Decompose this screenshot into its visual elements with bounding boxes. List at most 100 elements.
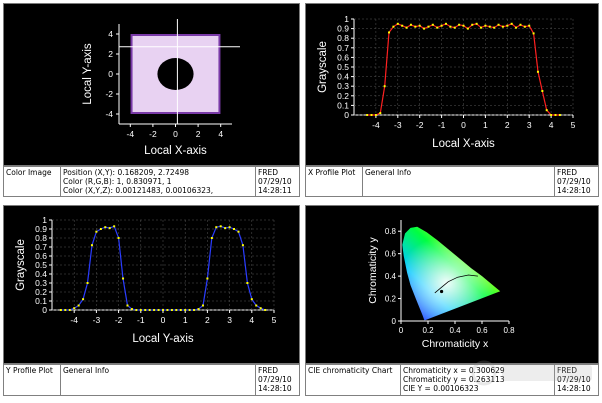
profile-data-point xyxy=(484,24,487,27)
x-tick-label: 4 xyxy=(218,129,223,139)
profile-data-point xyxy=(510,22,513,25)
profile-data-point xyxy=(82,298,85,301)
info-stamp: FRED 07/29/10 14:28:10 xyxy=(555,167,600,196)
profile-data-point xyxy=(497,23,500,26)
profile-data-point xyxy=(206,277,209,280)
time-label: 14:28:11 xyxy=(258,186,292,195)
y-tick-label: 0 xyxy=(344,110,349,120)
y-tick-label: 0 xyxy=(42,305,47,315)
x-profile-info-bar: X Profile Plot General Info FRED 07/29/1… xyxy=(305,166,599,197)
info-stamp: FRED 07/29/10 14:28:11 xyxy=(256,167,301,196)
profile-data-point xyxy=(162,309,164,311)
x-tick-label: 4 xyxy=(549,120,554,130)
profile-data-point xyxy=(449,25,452,28)
profile-data-point xyxy=(188,309,191,311)
profile-data-point xyxy=(246,282,249,284)
profile-data-point xyxy=(233,228,236,230)
y-tick-label: 0.6 xyxy=(35,251,47,261)
y-axis-title: Grayscale xyxy=(15,239,27,291)
profile-data-point xyxy=(157,309,160,311)
info-line: Position (X,Y): 0.168209, 2.72498 xyxy=(63,168,190,177)
profile-data-point xyxy=(64,309,67,311)
y-tick-label: 0.2 xyxy=(337,91,349,101)
profile-data-point xyxy=(423,27,426,30)
program-name: FRED xyxy=(557,168,578,177)
profile-data-point xyxy=(414,25,417,28)
profile-data-point xyxy=(135,309,138,311)
y-tick-label: 0.4 xyxy=(35,269,47,279)
y-tick-label: 0 xyxy=(108,69,113,79)
profile-data-point xyxy=(436,26,439,29)
profile-data-point xyxy=(366,114,369,116)
info-details: Position (X,Y): 0.168209, 2.72498 Color … xyxy=(61,167,256,196)
profile-data-point xyxy=(104,226,107,229)
x-tick-label: 0 xyxy=(173,129,178,139)
info-line: Color (R,G,B): 1, 0.830971, 1 xyxy=(63,177,172,186)
profile-data-point xyxy=(392,25,395,28)
cie-white-overlay xyxy=(402,226,501,321)
profile-data-point xyxy=(201,304,204,307)
profile-data-point xyxy=(193,309,196,311)
info-title: Y Profile Plot xyxy=(4,365,61,395)
x-tick-label: 1 xyxy=(483,120,488,130)
x-tick-label: 2 xyxy=(505,120,510,130)
profile-data-point xyxy=(95,230,98,233)
x-tick-label: 0 xyxy=(399,326,404,335)
color-image-plot: -4 -2 0 2 4 -4 -2 0 2 4 Local X-axis Local Y-axis xyxy=(82,19,240,157)
program-name: FRED xyxy=(258,366,279,375)
profile-data-point xyxy=(179,309,182,311)
profile-data-point xyxy=(259,307,262,310)
y-tick-label: 0.9 xyxy=(35,224,47,234)
y-tick-label: 0.8 xyxy=(337,33,349,43)
profile-data-point xyxy=(444,22,447,25)
info-line: General Info xyxy=(63,366,110,375)
profile-data-point xyxy=(108,227,111,230)
profile-data-point xyxy=(536,70,539,73)
y-tick-label: 0.7 xyxy=(337,43,349,53)
profile-data-point xyxy=(130,308,133,311)
profile-data-point xyxy=(519,23,522,26)
profile-data-point xyxy=(488,25,491,28)
profile-data-point xyxy=(440,24,443,27)
profile-data-point xyxy=(558,114,561,116)
x-tick-label: -3 xyxy=(93,315,101,325)
profile-data-point xyxy=(458,23,461,26)
x-tick-label: 4 xyxy=(249,315,254,325)
x-tick-label: 0.2 xyxy=(422,326,434,335)
y-tick-label: 2 xyxy=(108,49,113,59)
x-tick-label: 1 xyxy=(183,315,188,325)
profile-data-point xyxy=(144,309,147,311)
profile-data-point xyxy=(418,24,421,27)
profile-data-point xyxy=(113,225,116,228)
x-tick-label: 2 xyxy=(205,315,210,325)
x-tick-label: 0 xyxy=(461,120,466,130)
profile-data-point xyxy=(523,25,526,28)
x-tick-label: -4 xyxy=(70,315,78,325)
profile-data-point xyxy=(379,112,382,115)
info-details: General Info xyxy=(363,167,555,196)
time-label: 14:28:10 xyxy=(557,186,591,195)
y-profile-info-bar: Y Profile Plot General Info FRED 07/29/1… xyxy=(3,364,300,396)
profile-data-point xyxy=(197,308,200,311)
profile-data-point xyxy=(431,23,434,26)
x-axis-title: Local X-axis xyxy=(432,138,495,150)
profile-data-point xyxy=(77,304,80,307)
profile-data-point xyxy=(237,230,240,233)
x-tick-label: 0.8 xyxy=(503,326,515,335)
profile-data-point xyxy=(219,225,222,228)
x-tick-label: -3 xyxy=(394,120,402,130)
profile-data-point xyxy=(73,307,76,310)
y-tick-label: 0.3 xyxy=(35,278,47,288)
x-tick-label: -2 xyxy=(416,120,424,130)
info-title: Color Image xyxy=(4,167,61,196)
chromaticity-point xyxy=(439,289,444,294)
profile-data-point xyxy=(264,309,267,311)
date-label: 07/29/10 xyxy=(258,177,292,186)
x-tick-label: 3 xyxy=(227,315,232,325)
color-image-info-bar: Color Image Position (X,Y): 0.168209, 2.… xyxy=(3,166,300,197)
info-line: Color (X,Y,Z): 0.00121483, 0.00106323, xyxy=(63,186,214,195)
profile-data-point xyxy=(550,114,553,116)
x-tick-label: 0 xyxy=(161,315,166,325)
x-tick-label: 3 xyxy=(527,120,532,130)
x-profile-panel: 0 0.1 0.2 0.3 0.4 0.5 0.6 0.7 0.8 0.9 1 -4 -3 -2 -1 0 1 2… xyxy=(305,3,599,166)
